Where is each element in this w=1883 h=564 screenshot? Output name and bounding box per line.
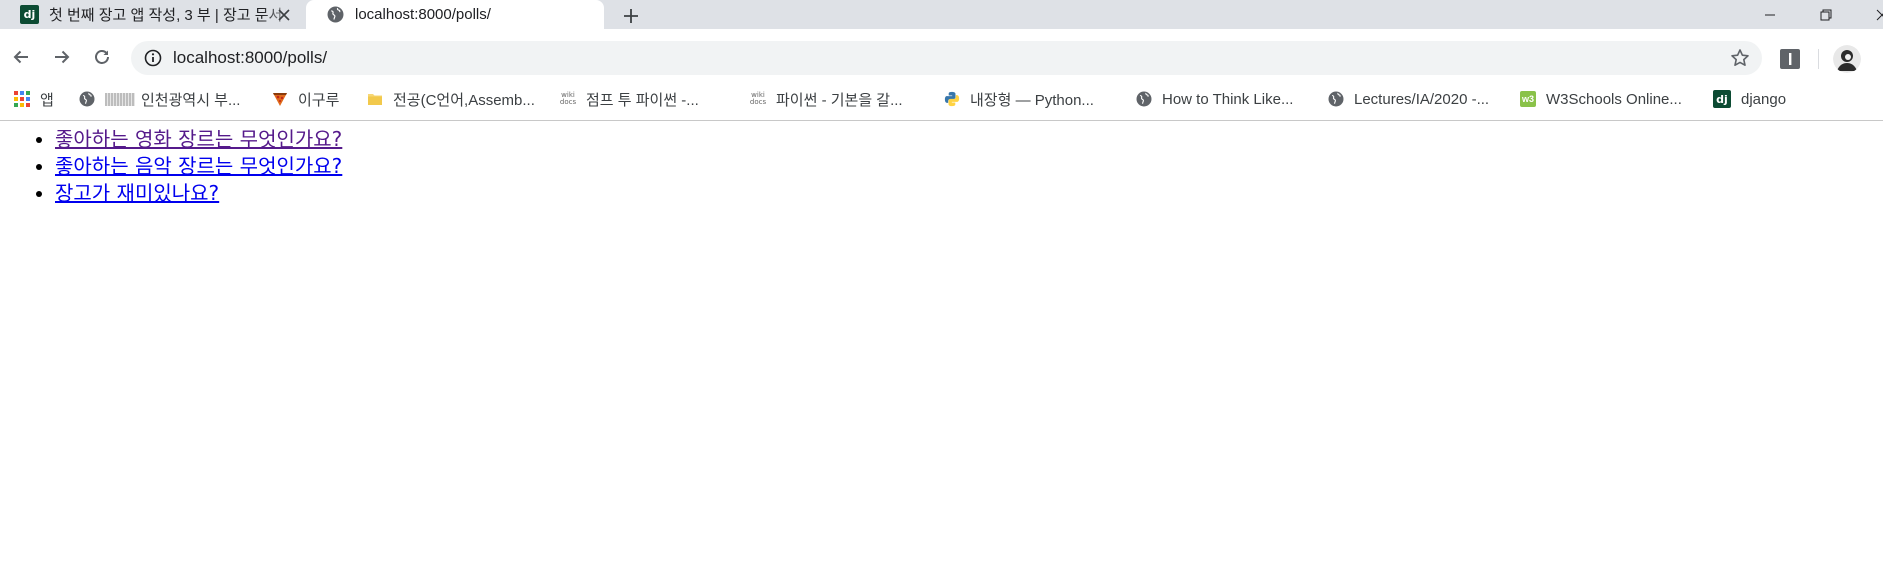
django-icon: dj <box>20 5 39 24</box>
bookmark-label: 점프 투 파이썬 -... <box>586 91 699 109</box>
browser-toolbar: localhost:8000/polls/ <box>0 29 1883 89</box>
minimize-button[interactable] <box>1747 0 1793 29</box>
bookmark-how-to-think[interactable]: How to Think Like... <box>1136 81 1293 117</box>
bookmark-label: Lectures/IA/2020 -... <box>1354 90 1490 108</box>
question-link[interactable]: 좋아하는 영화 장르는 무엇인가요? <box>55 127 342 151</box>
page-content: 좋아하는 영화 장르는 무엇인가요? 좋아하는 음악 장르는 무엇인가요? 장고… <box>0 126 1883 207</box>
django-icon: dj <box>1713 90 1731 108</box>
bookmark-label: 내장형 — Python... <box>970 91 1094 109</box>
bookmark-label: 인천광역시 부... <box>141 91 241 109</box>
tab-polls[interactable]: localhost:8000/polls/ <box>306 0 604 29</box>
bookmark-lectures[interactable]: Lectures/IA/2020 -... <box>1328 81 1489 117</box>
list-item: 좋아하는 음악 장르는 무엇인가요? <box>55 153 1883 180</box>
folder-icon <box>367 91 383 107</box>
question-link[interactable]: 장고가 재미있나요? <box>55 181 219 205</box>
bookmark-label: 전공(C언어,Assemb... <box>393 91 535 109</box>
globe-icon <box>326 5 345 24</box>
arrow-right-icon <box>55 50 70 64</box>
pizza-icon <box>272 91 288 107</box>
tab-strip: dj 첫 번째 장고 앱 작성, 3 부 | 장고 문서 localhost:8… <box>0 0 1883 29</box>
reload-icon <box>95 50 109 64</box>
tab-title: localhost:8000/polls/ <box>355 6 491 23</box>
globe-icon <box>1328 91 1344 107</box>
wikidocs-icon: wiki docs <box>749 91 767 106</box>
bookmark-label: 앱 <box>40 91 54 109</box>
tab-django-docs[interactable]: dj 첫 번째 장고 앱 작성, 3 부 | 장고 문서 <box>0 0 300 29</box>
address-bar[interactable]: localhost:8000/polls/ <box>131 41 1762 75</box>
bookmark-python-builtins[interactable]: 내장형 — Python... <box>944 81 1094 117</box>
question-link[interactable]: 좋아하는 음악 장르는 무엇인가요? <box>55 154 342 178</box>
pixel-banner-icon <box>105 92 135 106</box>
arrow-left-icon <box>13 50 28 64</box>
bookmark-jump-to-python[interactable]: wiki docs 점프 투 파이썬 -... <box>560 81 699 117</box>
w3schools-icon: w3 <box>1520 91 1536 107</box>
bookmark-label: django <box>1741 90 1787 108</box>
wikidocs-icon: wiki docs <box>559 91 577 106</box>
python-icon <box>944 91 960 107</box>
back-button[interactable] <box>7 43 35 71</box>
bookmark-igooroo[interactable]: 이구루 <box>272 81 339 117</box>
bookmark-django[interactable]: dj django <box>1713 81 1786 117</box>
extension-icon[interactable] <box>1779 48 1801 70</box>
question-list: 좋아하는 영화 장르는 무엇인가요? 좋아하는 음악 장르는 무엇인가요? 장고… <box>0 126 1883 207</box>
bookmark-apps[interactable]: 앱 <box>14 81 54 117</box>
close-window-button[interactable] <box>1859 0 1883 29</box>
bookmark-star-icon[interactable] <box>1730 48 1750 68</box>
bookmark-label: 파이썬 - 기본을 갈... <box>776 91 903 109</box>
forward-button[interactable] <box>48 43 76 71</box>
list-item: 장고가 재미있나요? <box>55 180 1883 207</box>
reload-button[interactable] <box>88 43 116 71</box>
bookmarks-bar: 앱 인천광역시 부... 이구루 전공(C언어,Assemb... wiki do… <box>0 81 1883 121</box>
close-tab-icon[interactable] <box>276 7 292 23</box>
globe-icon <box>79 91 95 107</box>
bookmark-major-folder[interactable]: 전공(C언어,Assemb... <box>367 81 535 117</box>
url-text[interactable]: localhost:8000/polls/ <box>173 41 327 75</box>
bookmark-label: W3Schools Online... <box>1546 90 1682 108</box>
tab-title: 첫 번째 장고 앱 작성, 3 부 | 장고 문서 <box>49 7 283 24</box>
bookmark-label: How to Think Like... <box>1162 90 1294 108</box>
bookmark-incheon[interactable]: 인천광역시 부... <box>79 81 240 117</box>
bookmark-label: 이구루 <box>298 91 340 109</box>
restore-button[interactable] <box>1803 0 1849 29</box>
bookmark-w3schools[interactable]: w3 W3Schools Online... <box>1520 81 1682 117</box>
bookmark-python-basics[interactable]: wiki docs 파이썬 - 기본을 갈... <box>750 81 903 117</box>
profile-avatar[interactable] <box>1833 45 1861 73</box>
list-item: 좋아하는 영화 장르는 무엇인가요? <box>55 126 1883 153</box>
info-icon[interactable] <box>144 49 162 67</box>
new-tab-button[interactable] <box>619 4 643 28</box>
apps-grid-icon <box>14 91 30 107</box>
globe-icon <box>1136 91 1152 107</box>
toolbar-divider <box>1818 49 1819 69</box>
